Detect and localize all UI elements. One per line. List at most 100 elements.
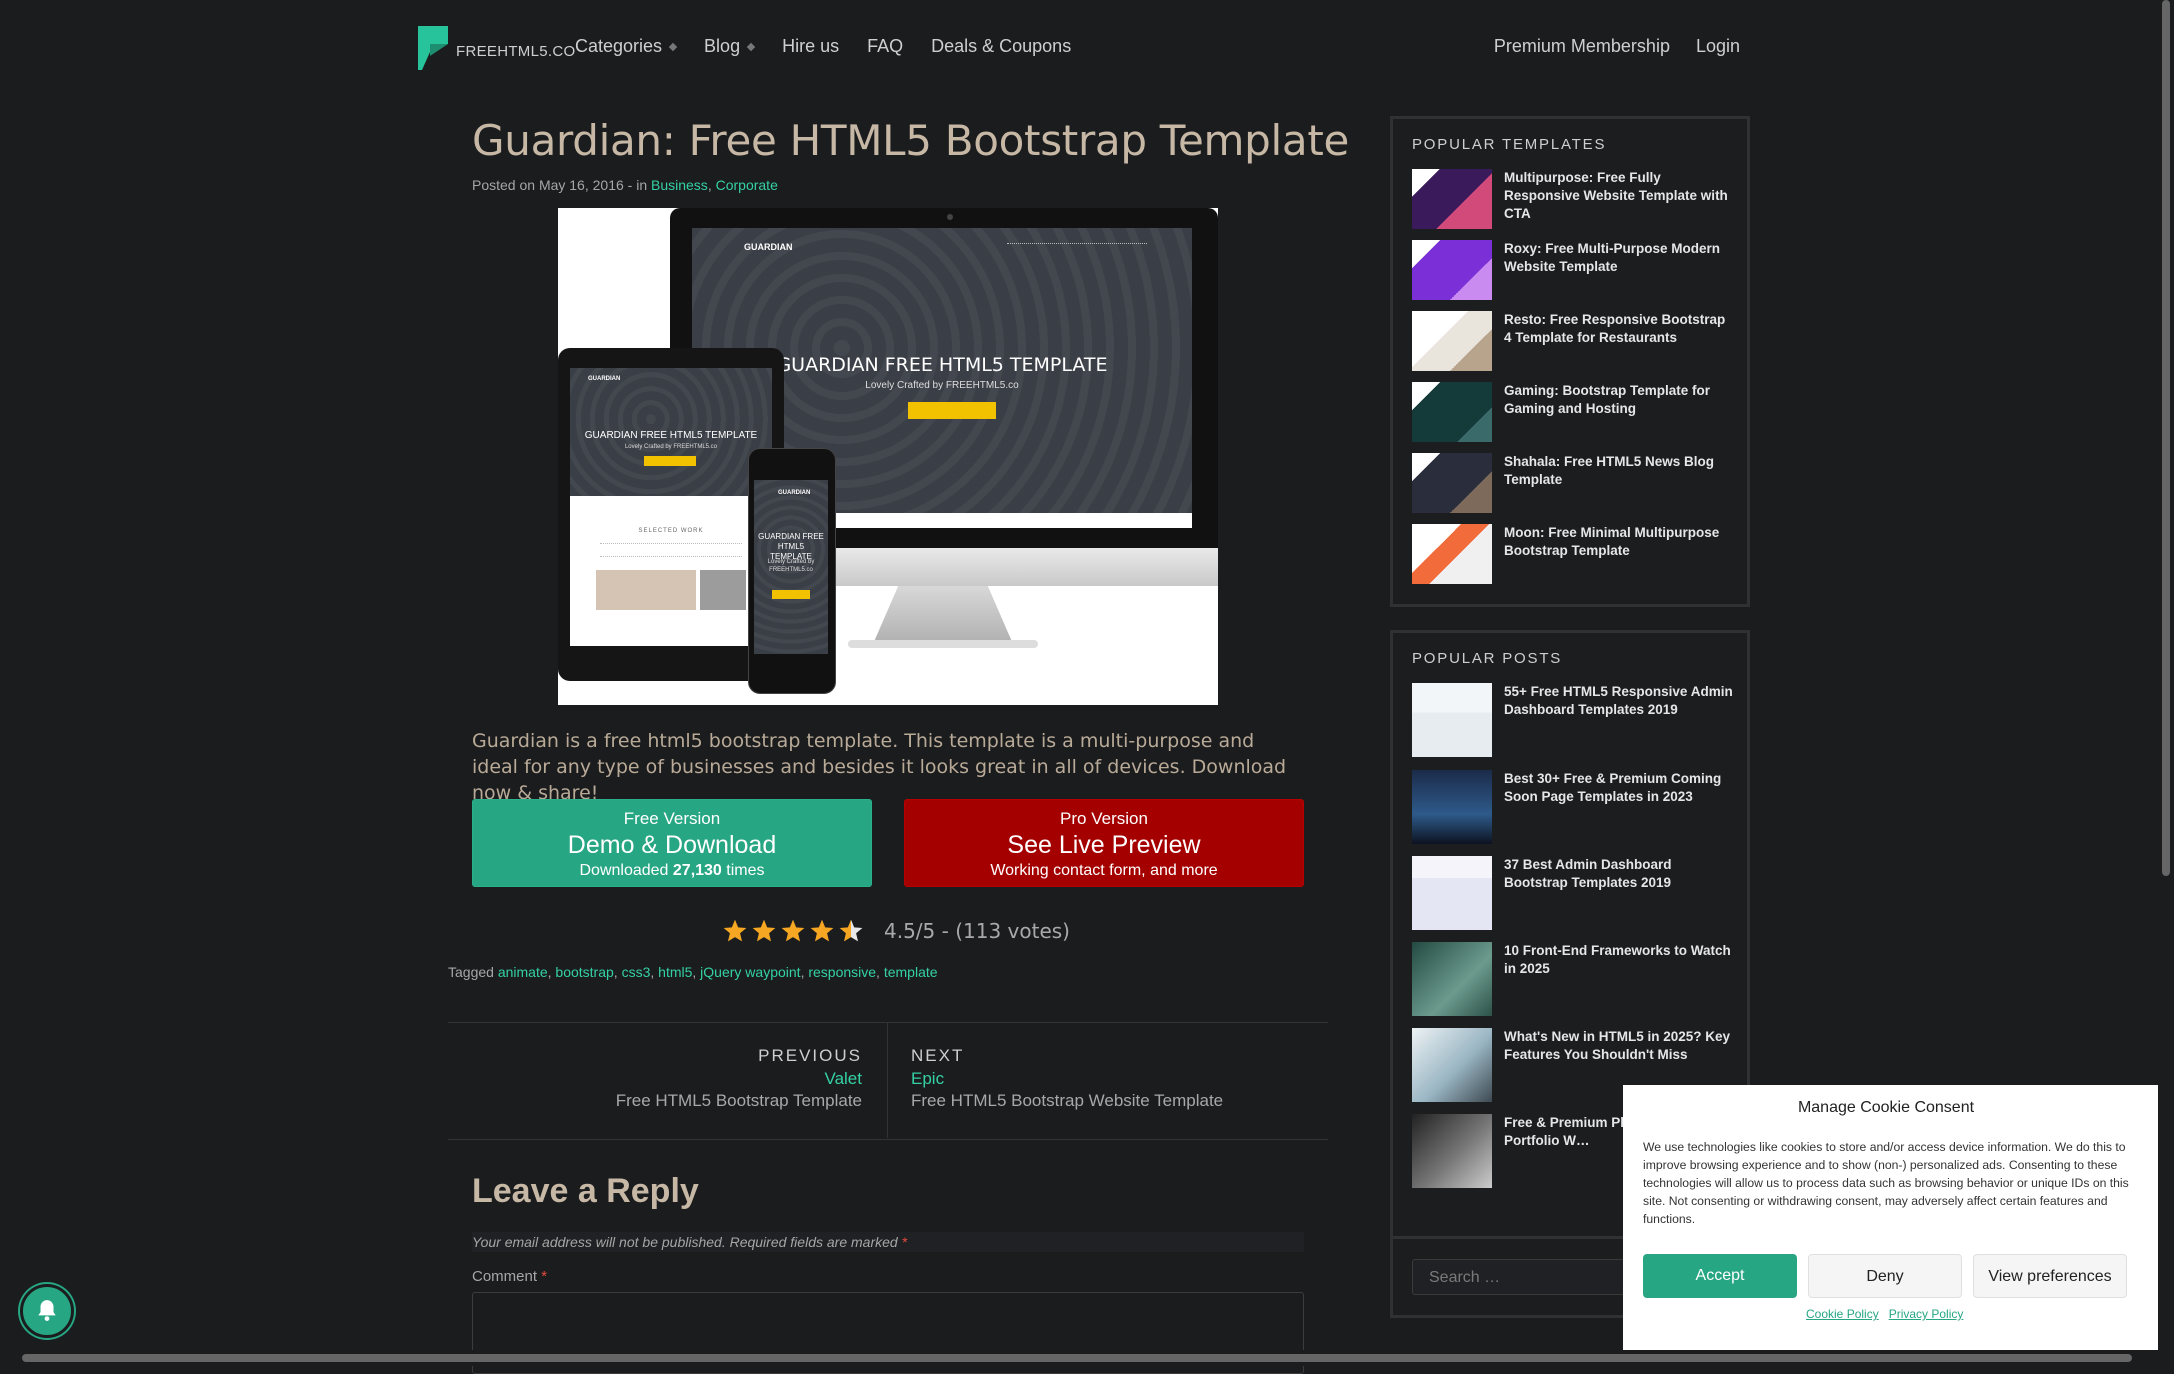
vertical-scrollbar-thumb[interactable] (2162, 0, 2170, 876)
category-link-business[interactable]: Business (651, 177, 708, 193)
rating-stars[interactable] (722, 918, 864, 944)
post-thumbnail (1412, 1114, 1492, 1188)
template-thumbnail (1412, 453, 1492, 513)
popular-post-item[interactable]: 37 Best Admin Dashboard Bootstrap Templa… (1412, 856, 1734, 930)
cookie-policy-link[interactable]: Cookie Policy (1806, 1307, 1879, 1321)
tag-link[interactable]: css3 (622, 964, 651, 980)
bell-icon (38, 1300, 56, 1321)
post-thumbnail (1412, 856, 1492, 930)
phone-brand: GUARDIAN (778, 490, 811, 496)
pro-version-cta: See Live Preview (1007, 831, 1201, 859)
tablet-title: GUARDIAN FREE HTML5 TEMPLATE (584, 430, 758, 441)
widget-title: POPULAR TEMPLATES (1412, 136, 1607, 153)
pro-version-sub: Working contact form, and more (990, 862, 1218, 879)
popular-post-item[interactable]: Best 30+ Free & Premium Coming Soon Page… (1412, 770, 1734, 844)
cookie-view-preferences-button[interactable]: View preferences (1973, 1254, 2127, 1298)
cookie-consent-panel: Manage Cookie Consent We use technologie… (1623, 1085, 2174, 1355)
privacy-policy-link[interactable]: Privacy Policy (1889, 1307, 1964, 1321)
category-link-corporate[interactable]: Corporate (716, 177, 778, 193)
hero-cta (908, 402, 996, 419)
tag-link[interactable]: bootstrap (555, 964, 613, 980)
download-count: Downloaded 27,130 times (579, 862, 765, 879)
popular-post-item[interactable]: 10 Front-End Frameworks to Watch in 2025 (1412, 942, 1734, 1016)
nav-deals[interactable]: Deals & Coupons (931, 36, 1071, 57)
post-thumbnail (1412, 942, 1492, 1016)
star-icon[interactable] (838, 918, 864, 944)
star-icon[interactable] (809, 918, 835, 944)
nav-label: Categories (575, 36, 663, 56)
free-version-label: Free Version (623, 809, 721, 828)
post-description: Guardian is a free html5 bootstrap templ… (472, 730, 1287, 804)
popular-template-item[interactable]: Roxy: Free Multi-Purpose Modern Website … (1412, 240, 1734, 300)
tablet-text-lines (600, 543, 742, 557)
monitor-stand (873, 586, 1013, 644)
horizontal-scrollbar-thumb[interactable] (22, 1354, 2132, 1362)
tag-link[interactable]: jQuery waypoint (700, 964, 800, 980)
template-thumbnail (1412, 382, 1492, 442)
star-icon[interactable] (751, 918, 777, 944)
site-logo[interactable]: FREEHTML5.CO (418, 26, 575, 70)
template-thumbnail (1412, 311, 1492, 371)
popular-template-item[interactable]: Moon: Free Minimal Multipurpose Bootstra… (1412, 524, 1734, 584)
tags: Tagged animate, bootstrap, css3, html5, … (448, 964, 938, 980)
template-title: Moon: Free Minimal Multipurpose Bootstra… (1504, 525, 1720, 558)
post-navigation (448, 1022, 1328, 1140)
logo-text: FREEHTML5.CO (456, 42, 576, 60)
star-icon[interactable] (780, 918, 806, 944)
post-meta: Posted on May 16, 2016 - in Business, Co… (472, 177, 778, 193)
next-post-sub: Free HTML5 Bootstrap Website Template (911, 1091, 1224, 1110)
template-title: Resto: Free Responsive Bootstrap 4 Templ… (1504, 312, 1726, 345)
pro-version-label: Pro Version (1060, 809, 1148, 828)
phone-sub: Lovely Crafted by FREEHTML5.co (767, 559, 815, 573)
popular-template-item[interactable]: Shahala: Free HTML5 News Blog Template (1412, 453, 1734, 513)
hero-image: GUARDIAN GUARDIAN FREE HTML5 TEMPLATE Lo… (558, 208, 1218, 705)
main-nav: Categories Blog Hire us FAQ Deals & Coup… (575, 36, 1071, 57)
nav-premium-membership[interactable]: Premium Membership (1494, 36, 1670, 57)
notification-button[interactable] (20, 1284, 74, 1338)
tag-link[interactable]: responsive (808, 964, 876, 980)
logo-icon (418, 26, 448, 70)
popular-templates-widget: POPULAR TEMPLATES Multipurpose: Free Ful… (1390, 116, 1750, 607)
tag-link[interactable]: template (884, 964, 938, 980)
diamond-icon (668, 42, 678, 51)
nav-hire-us[interactable]: Hire us (782, 36, 839, 57)
tablet-sub: Lovely Crafted by FREEHTML5.co (624, 444, 718, 450)
popular-template-item[interactable]: Gaming: Bootstrap Template for Gaming an… (1412, 382, 1734, 442)
next-label: NEXT (911, 1046, 965, 1065)
cookie-accept-button[interactable]: Accept (1643, 1254, 1797, 1298)
star-icon[interactable] (722, 918, 748, 944)
reply-title: Leave a Reply (472, 1172, 699, 1210)
tablet-cta (644, 456, 696, 466)
popular-post-item[interactable]: 55+ Free HTML5 Responsive Admin Dashboar… (1412, 683, 1734, 757)
cookie-title: Manage Cookie Consent (1797, 1099, 1975, 1116)
template-thumbnail (1412, 524, 1492, 584)
next-post-link[interactable]: Epic (911, 1069, 944, 1089)
nav-login[interactable]: Login (1696, 36, 1740, 57)
posted-text: Posted on May 16, 2016 - in (472, 177, 651, 193)
demo-download-button[interactable]: Free Version Demo & Download Downloaded … (472, 799, 872, 887)
post-title: Best 30+ Free & Premium Coming Soon Page… (1504, 771, 1722, 804)
template-thumbnail (1412, 240, 1492, 300)
nav-categories[interactable]: Categories (575, 36, 678, 57)
template-title: Roxy: Free Multi-Purpose Modern Website … (1504, 241, 1721, 274)
rating: 4.5/5 - (113 votes) (722, 918, 1070, 944)
nav-blog[interactable]: Blog (704, 36, 756, 57)
nav-label: Blog (704, 36, 741, 56)
cookie-links: Cookie Policy Privacy Policy (1806, 1307, 1963, 1321)
tag-link[interactable]: html5 (658, 964, 692, 980)
reply-note: Your email address will not be published… (472, 1232, 1304, 1252)
popular-template-item[interactable]: Resto: Free Responsive Bootstrap 4 Templ… (1412, 311, 1734, 371)
cookie-deny-button[interactable]: Deny (1808, 1254, 1962, 1298)
tablet-work-2 (700, 570, 746, 610)
nav-faq[interactable]: FAQ (867, 36, 903, 57)
hero-mini-nav (1007, 243, 1147, 248)
popular-template-item[interactable]: Multipurpose: Free Fully Responsive Webs… (1412, 169, 1734, 229)
nav-right: Premium Membership Login (1494, 36, 1740, 57)
phone-screen: GUARDIAN GUARDIAN FREE HTML5 TEMPLATE Lo… (754, 480, 828, 654)
live-preview-button[interactable]: Pro Version See Live Preview Working con… (904, 799, 1304, 887)
tag-link[interactable]: animate (498, 964, 548, 980)
prev-post-link[interactable]: Valet (825, 1069, 863, 1089)
hero-brand: GUARDIAN (744, 242, 793, 252)
monitor-base (848, 640, 1038, 648)
tablet-brand: GUARDIAN (588, 376, 621, 382)
